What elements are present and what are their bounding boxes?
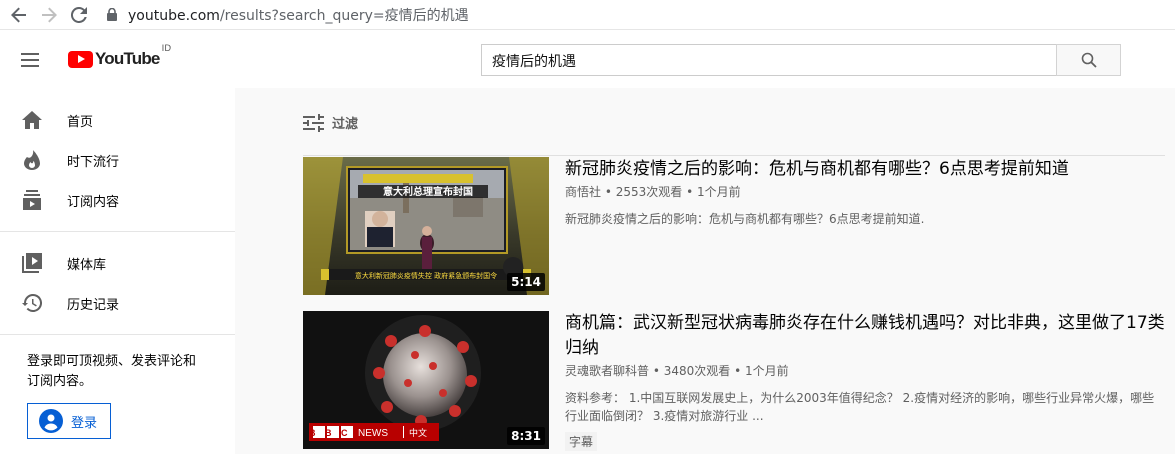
library-icon [20,251,44,275]
sidebar: 首页 时下流行 订阅内容 媒体库 历史记录 登录即可顶视频、发表评论和订阅内容。… [0,88,235,454]
video-title[interactable]: 新冠肺炎疫情之后的影响：危机与商机都有哪些？6点思考提前知道 [565,157,1165,182]
logo-text: YouTube [95,49,160,68]
video-duration: 8:31 [507,427,545,445]
address-bar[interactable]: youtube.com/results?search_query=疫情后的机遇 [128,5,469,25]
signin-button-label: 登录 [71,415,98,431]
sidebar-item-label: 时下流行 [67,154,120,170]
search-button[interactable] [1056,44,1121,76]
view-count: 3480次观看 [663,364,731,378]
upload-age: 1个月前 [745,364,789,378]
signin-button[interactable]: 登录 [27,403,111,439]
region-code: ID [161,44,172,54]
sidebar-divider [0,334,235,335]
search-input[interactable]: 疫情后的机遇 [481,44,1057,76]
video-description: 新冠肺炎疫情之后的影响：危机与商机都有哪些？6点思考提前知道. [565,212,925,226]
thumb-news: NEWS [358,428,388,439]
signin-promo-text: 登录即可顶视频、发表评论和订阅内容。 [27,354,197,389]
sidebar-divider [0,231,235,232]
video-result[interactable]: BBC NEWS 中文 8:31 商机篇：武汉新型冠状病毒肺炎存在什么赚钱机遇吗… [303,311,1165,451]
url-domain: youtube.com [128,7,220,24]
history-icon [20,291,44,315]
view-count: 2553次观看 [615,185,683,199]
search-results: 过滤 意大利总理宣布封国 意大利新冠肺炎疫情失控 政府紧急颁布封国令 5:14 … [303,88,1165,451]
thumb-caption-top: 意大利总理宣布封国 [383,185,473,198]
thumb-lang: 中文 [409,427,427,439]
sidebar-item-label: 首页 [67,114,94,130]
sidebar-item-subscriptions[interactable]: 订阅内容 [0,180,235,220]
channel-name[interactable]: 商悟社 [565,185,601,199]
reload-icon[interactable] [64,2,94,28]
video-info: 商机篇：武汉新型冠状病毒肺炎存在什么赚钱机遇吗？对比非典，这里做了17类归纳 灵… [565,311,1165,451]
back-icon[interactable] [4,2,34,28]
forward-icon[interactable] [34,2,64,28]
sidebar-item-label: 媒体库 [67,257,107,273]
filter-sliders-icon [303,113,324,132]
masthead: YouTube ID 疫情后的机遇 [0,30,1175,88]
thumb-caption-bottom: 意大利新冠肺炎疫情失控 政府紧急颁布封国令 [355,271,497,280]
sidebar-item-label: 历史记录 [67,297,120,313]
video-info: 新冠肺炎疫情之后的影响：危机与商机都有哪些？6点思考提前知道 商悟社 • 255… [565,157,1165,295]
filter-button[interactable]: 过滤 [303,113,358,132]
upload-age: 1个月前 [697,185,741,199]
url-path: /results?search_query=疫情后的机遇 [219,7,469,24]
subtitles-badge: 字幕 [565,432,598,451]
channel-name[interactable]: 灵魂歌者聊科普 [565,364,649,378]
account-icon [39,409,63,433]
subscriptions-icon [20,188,44,212]
trending-icon [20,148,44,172]
hamburger-menu-icon[interactable] [18,48,42,72]
video-thumbnail[interactable]: BBC NEWS 中文 8:31 [303,311,549,449]
thumb-brand: BBC [309,428,357,438]
lock-icon[interactable] [104,7,120,23]
youtube-logo[interactable]: YouTube ID [68,44,171,69]
video-meta: 灵魂歌者聊科普 • 3480次观看 • 1个月前 [565,364,789,378]
video-description: 资料参考： 1.中国互联网发展史上，为什么2003年值得纪念？ 2.疫情对经济的… [565,391,1155,423]
browser-toolbar: youtube.com/results?search_query=疫情后的机遇 [0,0,1175,30]
video-title[interactable]: 商机篇：武汉新型冠状病毒肺炎存在什么赚钱机遇吗？对比非典，这里做了17类归纳 [565,311,1165,361]
search-icon [1081,52,1097,68]
sidebar-item-library[interactable]: 媒体库 [0,243,235,283]
video-duration: 5:14 [507,273,545,291]
sidebar-item-trending[interactable]: 时下流行 [0,140,235,180]
video-meta: 商悟社 • 2553次观看 • 1个月前 [565,185,741,199]
video-thumbnail[interactable]: 意大利总理宣布封国 意大利新冠肺炎疫情失控 政府紧急颁布封国令 5:14 [303,157,549,295]
filter-bar: 过滤 [303,88,1165,156]
video-result[interactable]: 意大利总理宣布封国 意大利新冠肺炎疫情失控 政府紧急颁布封国令 5:14 新冠肺… [303,157,1165,295]
sidebar-item-label: 订阅内容 [67,194,120,210]
youtube-play-icon [68,50,93,68]
sidebar-item-history[interactable]: 历史记录 [0,283,235,323]
home-icon [20,108,44,132]
signin-promo: 登录即可顶视频、发表评论和订阅内容。 登录 [0,346,235,439]
filter-label: 过滤 [332,117,359,132]
sidebar-item-home[interactable]: 首页 [0,100,235,140]
